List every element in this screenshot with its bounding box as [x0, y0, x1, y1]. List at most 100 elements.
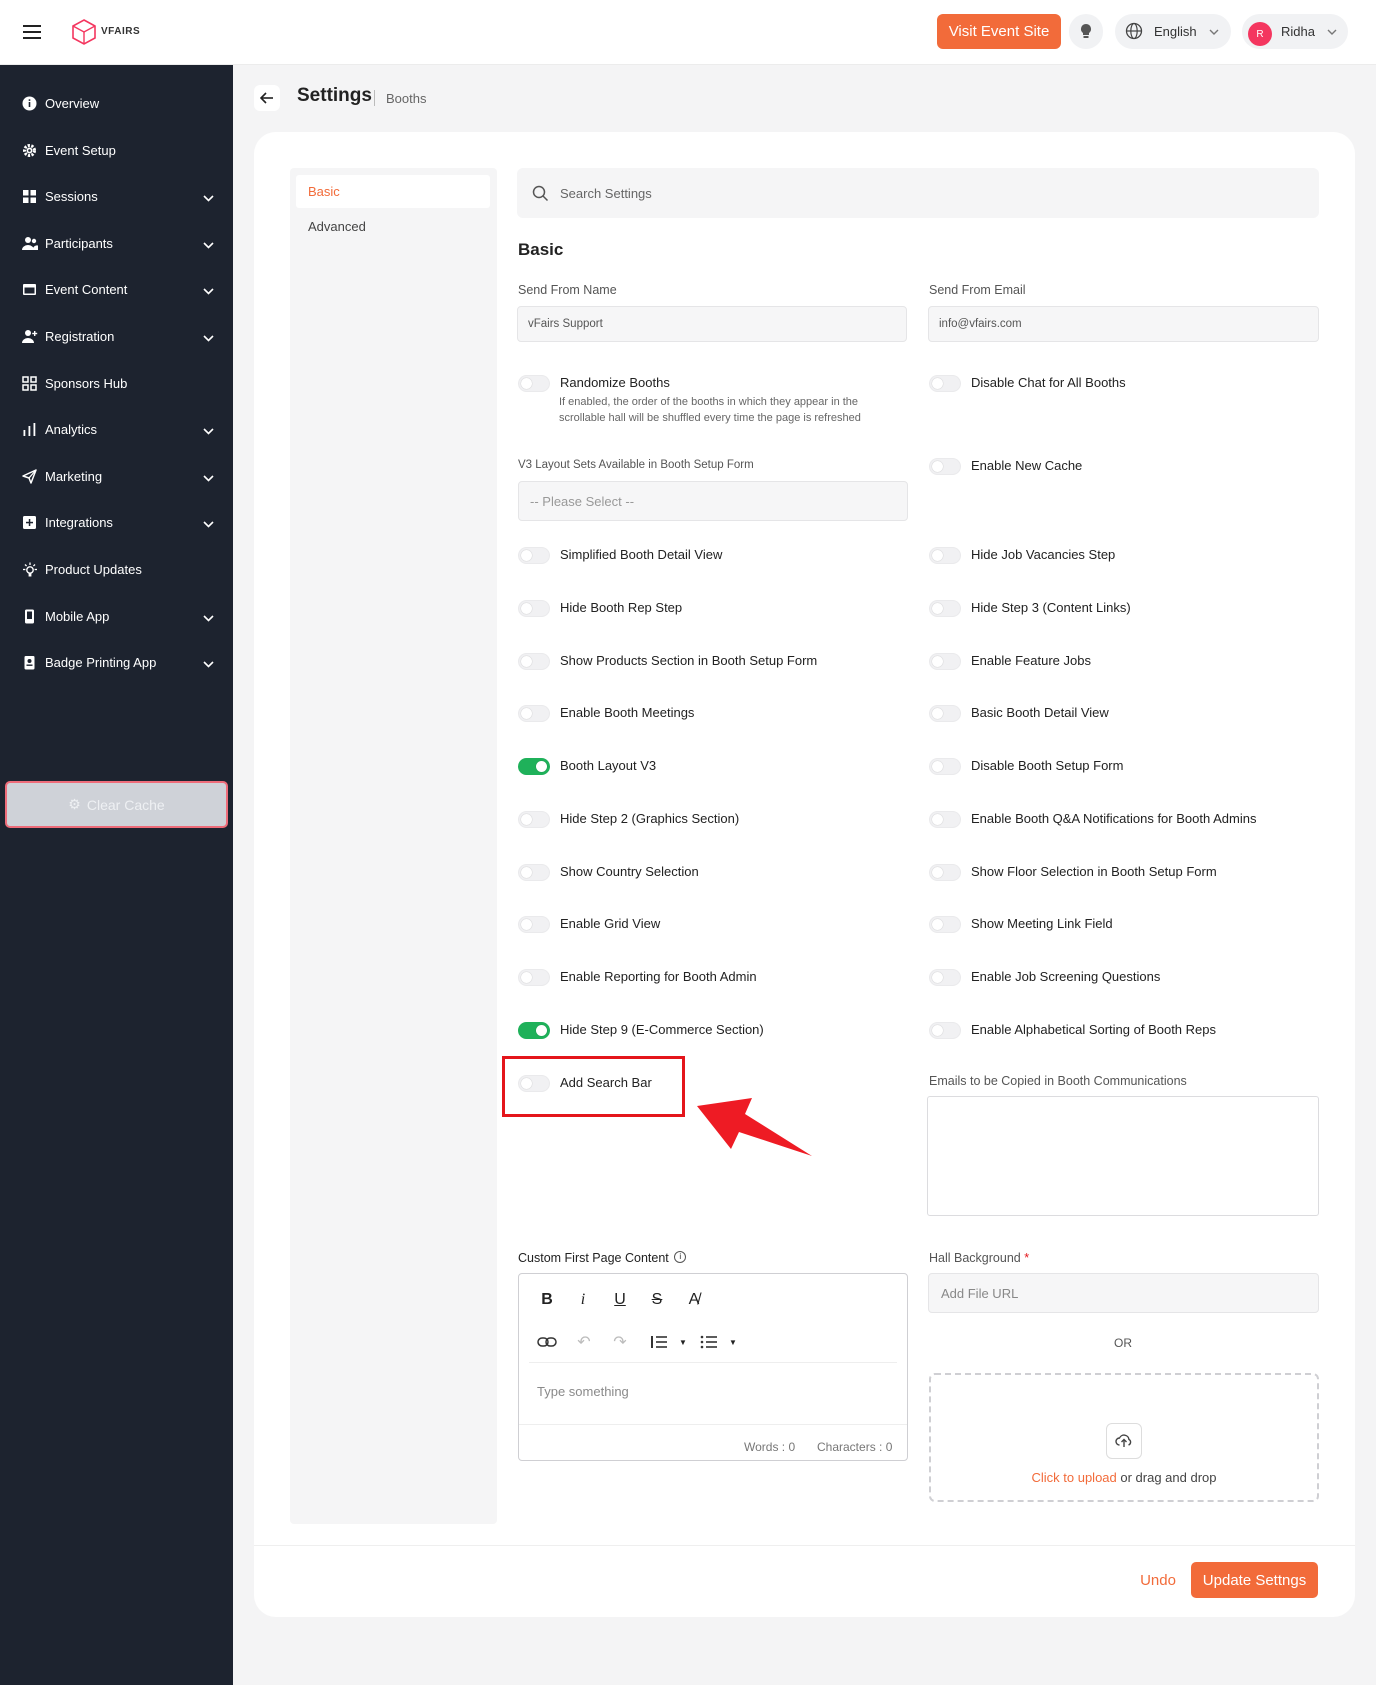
disable-chat-for-all-booths-label: Disable Chat for All Booths [971, 375, 1126, 390]
hide-booth-rep-step-toggle[interactable] [518, 600, 550, 617]
basic-booth-detail-view-toggle[interactable] [929, 705, 961, 722]
sidebar-item-participants[interactable]: Participants [0, 224, 233, 264]
sidebar-item-registration[interactable]: Registration [0, 317, 233, 357]
chevron-down-icon [203, 283, 215, 295]
show-country-selection-toggle[interactable] [518, 864, 550, 881]
enable-reporting-for-booth-admin-label: Enable Reporting for Booth Admin [560, 969, 757, 984]
enable-grid-view-label: Enable Grid View [560, 916, 661, 931]
hide-step-2-graphics-section-label: Hide Step 2 (Graphics Section) [560, 811, 740, 826]
send-from-name-label: Send From Name [518, 283, 617, 297]
badge-icon [22, 655, 38, 671]
layout-sets-select[interactable]: -- Please Select -- [518, 481, 908, 521]
ordered-list-icon[interactable] [647, 1330, 671, 1354]
vfairs-logo-icon[interactable] [70, 18, 98, 46]
enable-job-screening-questions-label: Enable Job Screening Questions [971, 969, 1161, 984]
emails-copied-textarea[interactable] [927, 1096, 1319, 1216]
show-meeting-link-field-toggle[interactable] [929, 916, 961, 933]
hamburger-menu-icon[interactable] [22, 24, 42, 40]
info-icon[interactable]: i [674, 1251, 687, 1263]
redo-icon[interactable]: ↷ [608, 1330, 632, 1354]
update-settings-button[interactable]: Update Settngs [1191, 1562, 1318, 1598]
undo-icon[interactable]: ↶ [572, 1330, 596, 1354]
highlight-box [502, 1056, 685, 1117]
underline-icon[interactable]: U [608, 1288, 632, 1312]
sidebar-item-event-setup[interactable]: Event Setup [0, 131, 233, 171]
simplified-booth-detail-view-toggle[interactable] [518, 547, 550, 564]
link-icon[interactable] [535, 1330, 559, 1354]
sidebar-item-product-updates[interactable]: Product Updates [0, 550, 233, 590]
avatar: R [1248, 22, 1272, 46]
search-input[interactable]: Search Settings [517, 168, 1319, 218]
language-selector[interactable]: English [1115, 14, 1231, 49]
booth-layout-v3-label: Booth Layout V3 [560, 758, 657, 773]
visit-event-site-button[interactable]: Visit Event Site [937, 14, 1061, 49]
logo-text: VFAIRS [101, 26, 141, 37]
enable-grid-view-toggle[interactable] [518, 916, 550, 933]
chevron-down-icon[interactable]: ▼ [721, 1330, 745, 1354]
enable-job-screening-questions-toggle[interactable] [929, 969, 961, 986]
hide-job-vacancies-step-toggle[interactable] [929, 547, 961, 564]
strikethrough-icon[interactable]: S [645, 1288, 669, 1312]
enable-feature-jobs-label: Enable Feature Jobs [971, 653, 1091, 668]
sidebar-item-integrations[interactable]: Integrations [0, 503, 233, 543]
custom-content-label-text: Custom First Page Content [518, 1251, 669, 1265]
enable-booth-q-a-notifications-for-booth-admins-toggle[interactable] [929, 811, 961, 828]
hide-step-2-graphics-section-toggle[interactable] [518, 811, 550, 828]
sidebar-item-sponsors-hub[interactable]: Sponsors Hub [0, 364, 233, 404]
click-to-upload-link[interactable]: Click to upload [1031, 1470, 1116, 1485]
clear-cache-button[interactable]: ⚙ Clear Cache [5, 781, 228, 828]
hall-background-label-text: Hall Background [929, 1251, 1021, 1265]
hide-step-9-e-commerce-section-toggle[interactable] [518, 1022, 550, 1039]
tips-button[interactable] [1069, 14, 1103, 49]
sidebar-item-analytics[interactable]: Analytics [0, 410, 233, 450]
randomize-booths-toggle[interactable] [518, 375, 550, 392]
enable-reporting-for-booth-admin-toggle[interactable] [518, 969, 550, 986]
sidebar-item-badge-printing-app[interactable]: Badge Printing App [0, 643, 233, 683]
bold-icon[interactable]: B [535, 1288, 559, 1312]
disable-booth-setup-form-toggle[interactable] [929, 758, 961, 775]
layout-sets-label: V3 Layout Sets Available in Booth Setup … [518, 459, 754, 471]
enable-feature-jobs-toggle[interactable] [929, 653, 961, 670]
chevron-down-icon[interactable]: ▼ [671, 1330, 695, 1354]
sidebar-item-mobile-app[interactable]: Mobile App [0, 597, 233, 637]
sidebar-item-marketing[interactable]: Marketing [0, 457, 233, 497]
breadcrumb[interactable]: Booths [386, 91, 426, 106]
editor-footer-divider [519, 1424, 907, 1425]
show-products-section-in-booth-setup-form-toggle[interactable] [518, 653, 550, 670]
sidebar-item-overview[interactable]: Overview [0, 84, 233, 124]
show-products-section-in-booth-setup-form-label: Show Products Section in Booth Setup For… [560, 653, 818, 668]
show-floor-selection-in-booth-setup-form-toggle[interactable] [929, 864, 961, 881]
enable-booth-meetings-toggle[interactable] [518, 705, 550, 722]
upload-dropzone[interactable]: Click to upload or drag and drop [929, 1373, 1319, 1502]
send-from-email-field[interactable]: info@vfairs.com [928, 306, 1319, 342]
file-url-input[interactable]: Add File URL [928, 1273, 1319, 1313]
rich-text-editor[interactable]: B i U S A̸ ↶ ↷ ▼ ▼ Type something Words … [518, 1273, 908, 1461]
send-icon [22, 469, 38, 485]
enable-new-cache-toggle[interactable] [929, 458, 961, 475]
back-button[interactable] [254, 85, 280, 111]
enable-alphabetical-sorting-of-booth-reps-toggle[interactable] [929, 1022, 961, 1039]
sidebar-item-label: Badge Printing App [45, 655, 157, 670]
sidebar-item-event-content[interactable]: Event Content [0, 270, 233, 310]
italic-icon[interactable]: i [571, 1288, 595, 1312]
section-title: Basic [518, 240, 564, 259]
editor-placeholder: Type something [537, 1384, 629, 1399]
hide-step-3-content-links-toggle[interactable] [929, 600, 961, 617]
settings-nav [290, 168, 497, 1524]
chevron-down-icon [1326, 26, 1338, 38]
footer-divider [254, 1545, 1355, 1546]
plus-box-icon [22, 515, 38, 531]
bullet-list-icon[interactable] [697, 1330, 721, 1354]
send-from-name-field[interactable]: vFairs Support [517, 306, 907, 342]
settings-nav-advanced[interactable]: Advanced [308, 219, 366, 234]
sidebar-item-label: Event Content [45, 282, 128, 297]
disable-chat-for-all-booths-toggle[interactable] [929, 375, 961, 392]
undo-button[interactable]: Undo [1128, 1562, 1188, 1598]
settings-nav-basic-label: Basic [308, 184, 340, 199]
sidebar-item-sessions[interactable]: Sessions [0, 177, 233, 217]
clear-format-icon[interactable]: A̸ [682, 1288, 706, 1312]
user-plus-icon [22, 329, 38, 345]
breadcrumb-divider [374, 90, 375, 106]
sidebar-item-label: Sponsors Hub [45, 376, 128, 391]
booth-layout-v3-toggle[interactable] [518, 758, 550, 775]
